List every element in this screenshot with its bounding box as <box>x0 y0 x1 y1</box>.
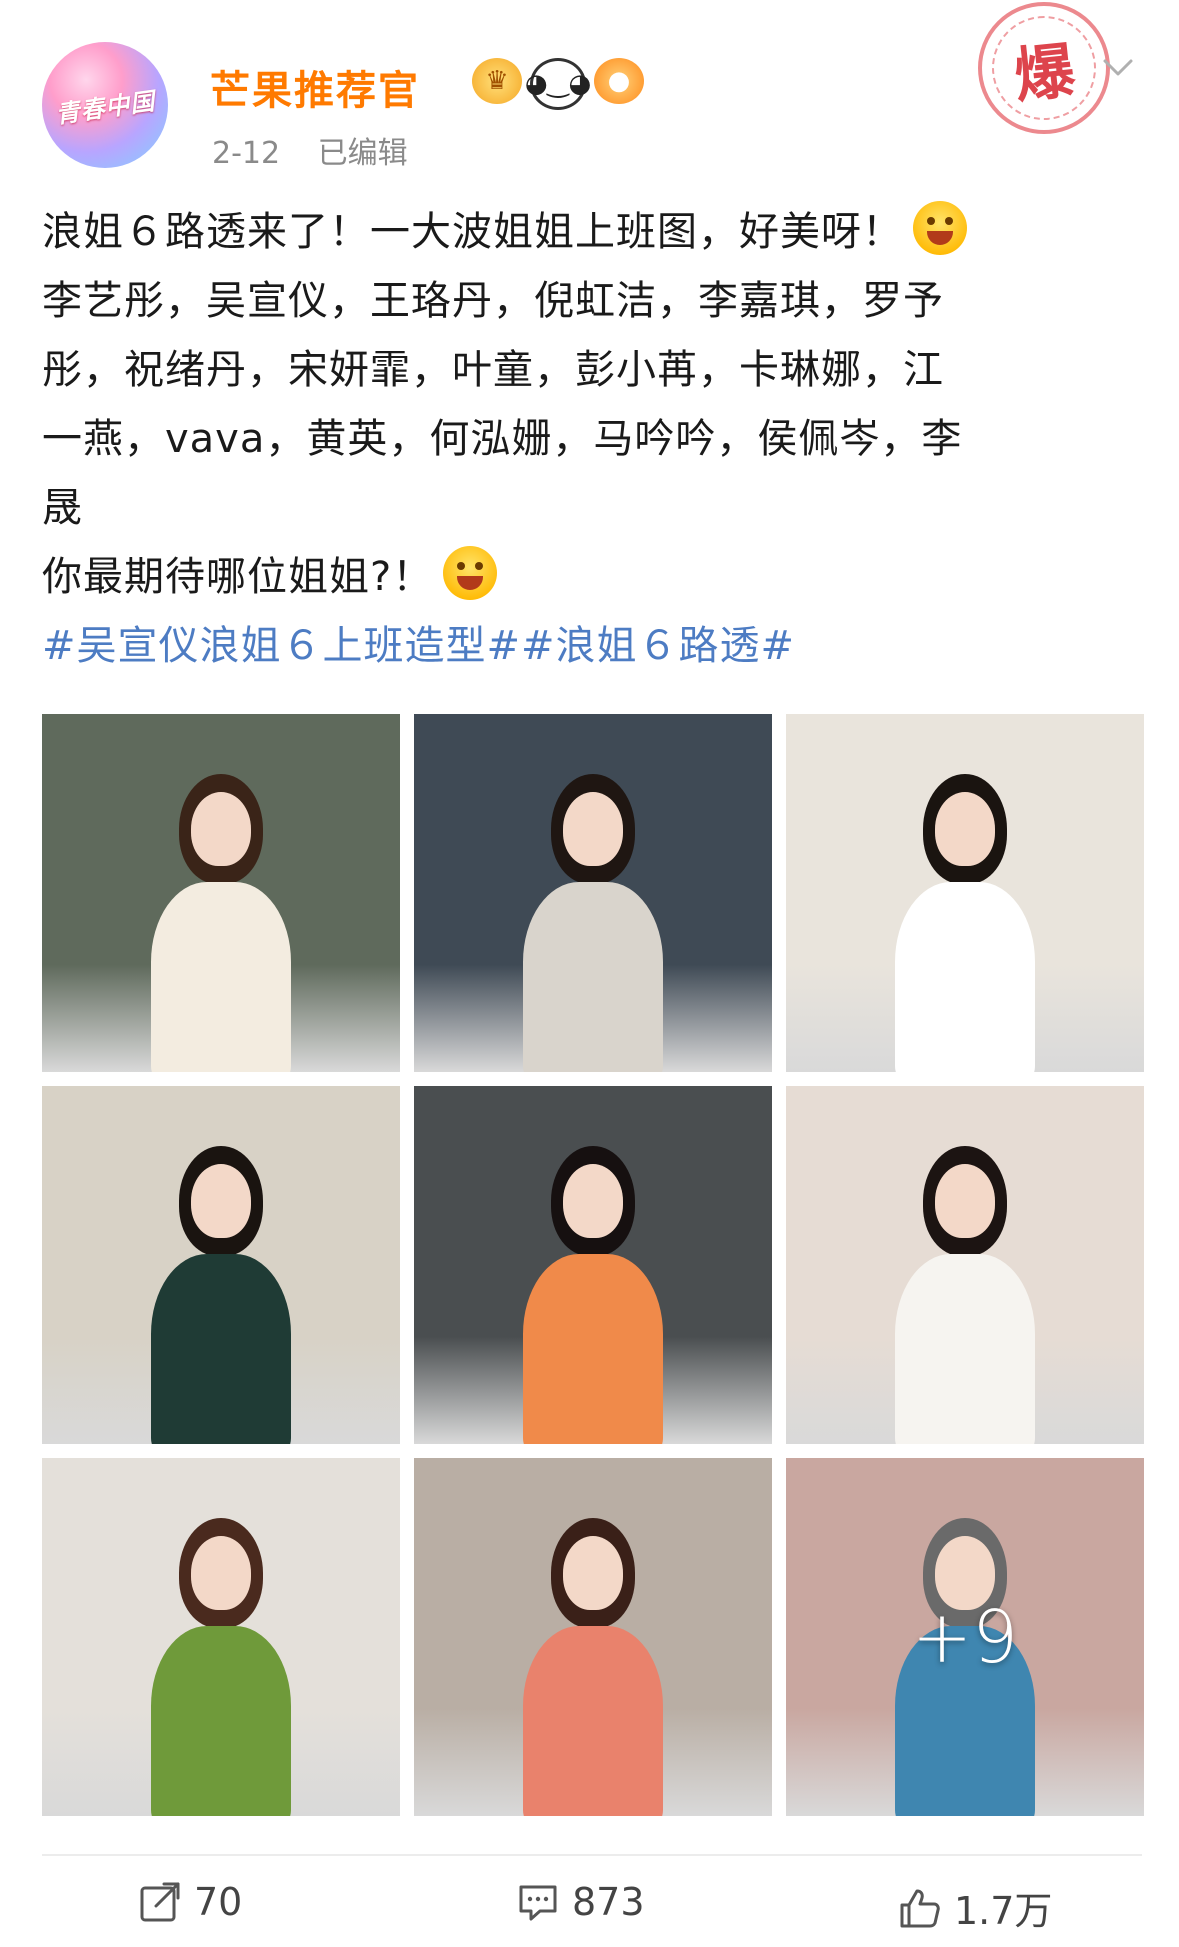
photo-figure <box>493 1458 693 1816</box>
chevron-down-icon[interactable] <box>1102 56 1134 80</box>
photo-outfit <box>523 882 663 1072</box>
avatar[interactable]: 青春中国 <box>42 42 168 168</box>
thumbs-up-icon <box>900 1889 940 1927</box>
photo-face <box>563 1164 623 1238</box>
gallery-photo[interactable] <box>42 1086 400 1444</box>
photo-outfit <box>895 882 1035 1072</box>
photo-outfit <box>151 1254 291 1444</box>
hot-stamp-icon: 爆 <box>978 2 1110 134</box>
post-line: 一燕，vava，黄英，何泓姗，马吟吟，侯佩岑，李 <box>42 416 963 462</box>
gallery-photo[interactable] <box>786 1086 1144 1444</box>
action-bar: 70 873 1.7万 <box>0 1880 1179 1940</box>
post-line: 李艺彤，吴宣仪，王珞丹，倪虹洁，李嘉琪，罗予 <box>42 278 944 324</box>
photo-face <box>935 1164 995 1238</box>
photo-figure <box>121 1086 321 1444</box>
photo-grid: +9 <box>42 714 1144 1818</box>
divider <box>42 1854 1142 1856</box>
post-header: 青春中国 芒果推荐官 ♛ ◕‿◕ ● 2-12 已编辑 爆 <box>0 0 1179 180</box>
photo-face <box>191 1164 251 1238</box>
photo-outfit <box>151 1626 291 1816</box>
photo-face <box>563 792 623 866</box>
photo-figure <box>865 1086 1065 1444</box>
gallery-photo[interactable] <box>42 1458 400 1816</box>
photo-face <box>563 1536 623 1610</box>
gallery-photo[interactable]: +9 <box>786 1458 1144 1816</box>
photo-outfit <box>523 1626 663 1816</box>
post-line: 浪姐６路透来了！一大波姐姐上班图，好美呀！ <box>42 209 903 255</box>
gallery-photo[interactable] <box>414 1458 772 1816</box>
post-body: 浪姐６路透来了！一大波姐姐上班图，好美呀！ 李艺彤，吴宣仪，王珞丹，倪虹洁，李嘉… <box>42 198 1142 681</box>
like-button[interactable]: 1.7万 <box>898 1880 1052 1935</box>
comment-button[interactable]: 873 <box>516 1880 645 1924</box>
photo-figure <box>865 714 1065 1072</box>
photo-figure <box>493 714 693 1072</box>
fish-badge-icon[interactable]: ● <box>594 58 644 104</box>
post-line: 晟 <box>42 485 83 531</box>
photo-outfit <box>895 1254 1035 1444</box>
photo-face <box>191 1536 251 1610</box>
gallery-photo[interactable] <box>414 1086 772 1444</box>
photo-face <box>191 792 251 866</box>
photo-outfit <box>151 882 291 1072</box>
edited-label[interactable]: 已编辑 <box>318 136 408 171</box>
username[interactable]: 芒果推荐官 <box>210 58 420 116</box>
repost-count: 70 <box>194 1880 243 1924</box>
gallery-photo[interactable] <box>42 714 400 1072</box>
photo-outfit <box>523 1254 663 1444</box>
hashtag-links[interactable]: #吴宣仪浪姐６上班造型##浪姐６路透# <box>42 612 1142 681</box>
photo-face <box>935 792 995 866</box>
more-photos-count[interactable]: +9 <box>786 1458 1144 1816</box>
gallery-photo[interactable] <box>786 714 1144 1072</box>
laughing-emoji-icon <box>913 201 967 255</box>
post-date: 2-12 <box>212 136 281 171</box>
comment-count: 873 <box>572 1880 645 1924</box>
panda-badge-icon[interactable]: ◕‿◕ <box>525 58 591 110</box>
like-count: 1.7万 <box>954 1889 1053 1933</box>
repost-icon <box>140 1882 180 1922</box>
post-line: 你最期待哪位姐姐?！ <box>42 554 434 600</box>
laughing-emoji-icon <box>443 546 498 600</box>
comment-icon <box>519 1885 557 1921</box>
photo-figure <box>493 1086 693 1444</box>
photo-figure <box>121 714 321 1072</box>
post-line: 彤，祝绪丹，宋妍霏，叶童，彭小苒，卡琳娜，江 <box>42 347 944 393</box>
avatar-logo: 青春中国 <box>53 86 157 129</box>
gallery-photo[interactable] <box>414 714 772 1072</box>
repost-button[interactable]: 70 <box>138 1880 242 1924</box>
post-meta: 2-12 已编辑 <box>212 128 436 172</box>
photo-figure <box>121 1458 321 1816</box>
user-badges: ♛ ◕‿◕ ● <box>472 58 644 110</box>
stamp-text: 爆 <box>986 10 1102 126</box>
crown-badge-icon[interactable]: ♛ <box>472 58 522 104</box>
